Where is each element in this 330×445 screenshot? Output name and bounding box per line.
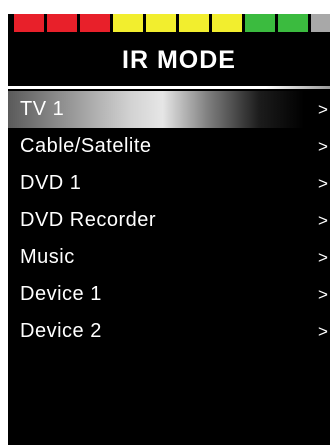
menu-item-label: TV 1 [20,98,65,120]
menu-item-label: DVD 1 [20,172,82,194]
menu-item-dvd-1[interactable]: DVD 1 > [8,165,330,202]
menu-item-dvd-recorder[interactable]: DVD Recorder > [8,202,330,239]
chevron-right-icon: > [318,247,328,267]
header: IR MODE [8,32,330,88]
signal-segment [311,14,330,32]
signal-segment [179,14,209,32]
menu-item-cable-satelite[interactable]: Cable/Satelite > [8,128,330,165]
chevron-right-icon: > [318,321,328,341]
chevron-right-icon: > [318,284,328,304]
menu-item-tv-1[interactable]: TV 1 > [8,91,330,128]
signal-segment [278,14,308,32]
header-divider [8,86,330,89]
menu-item-device-2[interactable]: Device 2 > [8,313,330,350]
signal-segment [245,14,275,32]
chevron-right-icon: > [318,99,328,119]
menu-item-label: DVD Recorder [20,209,157,231]
device-menu: TV 1 > Cable/Satelite > DVD 1 > DVD Reco… [8,91,330,350]
signal-segment [146,14,176,32]
signal-segment [212,14,242,32]
signal-segment [47,14,77,32]
signal-segment [113,14,143,32]
menu-item-music[interactable]: Music > [8,239,330,276]
menu-item-label: Cable/Satelite [20,135,152,157]
page-title: IR MODE [122,45,236,74]
signal-segment [14,14,44,32]
signal-strength-bar [14,14,330,32]
chevron-right-icon: > [318,173,328,193]
signal-segment [80,14,110,32]
menu-item-device-1[interactable]: Device 1 > [8,276,330,313]
chevron-right-icon: > [318,136,328,156]
remote-screen: IR MODE TV 1 > Cable/Satelite > DVD 1 > … [8,14,330,445]
menu-item-label: Device 1 [20,283,102,305]
menu-item-label: Device 2 [20,320,102,342]
menu-item-label: Music [20,246,75,268]
chevron-right-icon: > [318,210,328,230]
